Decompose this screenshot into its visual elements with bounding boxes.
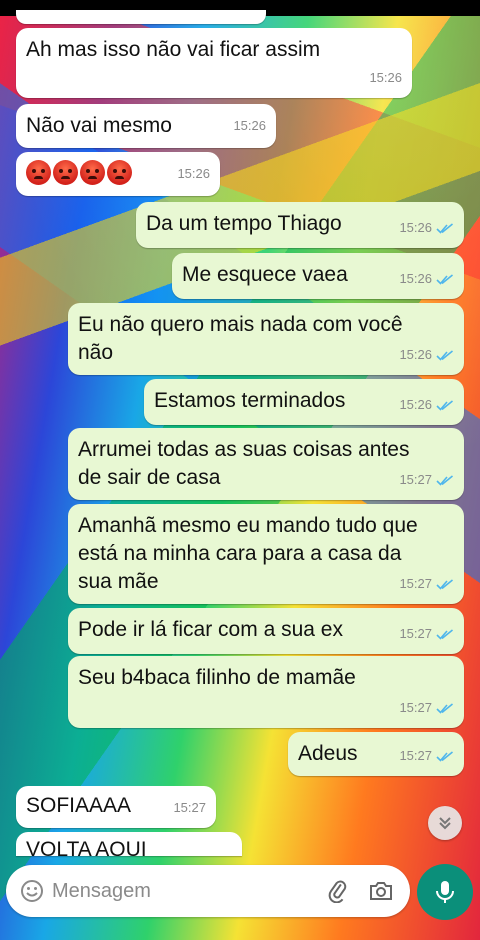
microphone-button[interactable]	[417, 864, 473, 920]
emoji-button[interactable]	[20, 879, 44, 903]
message-input[interactable]: Mensagem	[52, 880, 326, 903]
camera-button[interactable]	[368, 879, 394, 903]
message-outgoing[interactable]: Eu não quero mais nada com você não 15:2…	[68, 303, 464, 375]
camera-icon	[370, 882, 392, 900]
message-text: VOLTA AQUI	[26, 838, 147, 856]
message-text: Arrumei todas as suas coisas antes de sa…	[78, 438, 410, 489]
message-text: Não vai mesmo	[26, 114, 172, 137]
message-time: 15:26	[369, 70, 402, 85]
message-outgoing[interactable]: Arrumei todas as suas coisas antes de sa…	[68, 428, 464, 500]
message-text: Eu não quero mais nada com você não	[78, 313, 403, 364]
double-check-icon	[436, 578, 454, 590]
message-text: Seu b4baca filinho de mamãe	[78, 666, 356, 689]
message-time: 15:26	[399, 347, 432, 362]
double-check-icon	[436, 399, 454, 411]
message-incoming[interactable]: VOLTA AQUI	[16, 832, 242, 856]
message-time: 15:27	[399, 700, 432, 715]
attach-button[interactable]	[326, 879, 350, 903]
angry-face-icon	[53, 160, 78, 185]
message-outgoing[interactable]: Adeus 15:27	[288, 732, 464, 776]
message-incoming[interactable]: Não vai mesmo 15:26	[16, 104, 276, 148]
message-outgoing[interactable]: Me esquece vaea 15:26	[172, 253, 464, 299]
double-check-icon	[436, 750, 454, 762]
microphone-icon	[436, 881, 454, 903]
message-time: 15:27	[399, 748, 432, 763]
double-check-icon	[436, 702, 454, 714]
message-time: 15:27	[173, 800, 206, 815]
message-text: Amanhã mesmo eu mando tudo que está na m…	[78, 514, 418, 593]
double-check-icon	[436, 349, 454, 361]
double-check-icon	[436, 222, 454, 234]
partial-previous-bubble	[16, 10, 266, 24]
message-composer: Mensagem	[6, 865, 410, 917]
paperclip-icon	[328, 880, 347, 903]
emoji-icon	[21, 880, 43, 902]
message-outgoing[interactable]: Estamos terminados 15:26	[144, 379, 464, 425]
message-time: 15:27	[399, 576, 432, 591]
double-check-icon	[436, 628, 454, 640]
double-chevron-down-icon	[439, 817, 451, 830]
angry-face-icon	[107, 160, 132, 185]
message-incoming[interactable]: 15:26	[16, 152, 220, 196]
message-time: 15:27	[399, 472, 432, 487]
message-outgoing[interactable]: Seu b4baca filinho de mamãe 15:27	[68, 656, 464, 728]
message-time: 15:26	[177, 166, 210, 181]
message-text: Ah mas isso não vai ficar assim	[26, 38, 321, 61]
double-check-icon	[436, 273, 454, 285]
double-check-icon	[436, 474, 454, 486]
message-time: 15:27	[399, 626, 432, 641]
message-outgoing[interactable]: Da um tempo Thiago 15:26	[136, 202, 464, 248]
message-incoming[interactable]: Ah mas isso não vai ficar assim 15:26	[16, 28, 412, 98]
message-time: 15:26	[399, 220, 432, 235]
message-text: Pode ir lá ficar com a sua ex	[78, 618, 343, 641]
angry-face-icon	[80, 160, 105, 185]
scroll-down-button[interactable]	[428, 806, 462, 840]
message-outgoing[interactable]: Pode ir lá ficar com a sua ex 15:27	[68, 608, 464, 654]
message-outgoing[interactable]: Amanhã mesmo eu mando tudo que está na m…	[68, 504, 464, 604]
message-time: 15:26	[399, 397, 432, 412]
message-time: 15:26	[399, 271, 432, 286]
angry-face-icon	[26, 160, 51, 185]
message-time: 15:26	[233, 118, 266, 133]
message-incoming[interactable]: SOFIAAAA 15:27	[16, 786, 216, 828]
